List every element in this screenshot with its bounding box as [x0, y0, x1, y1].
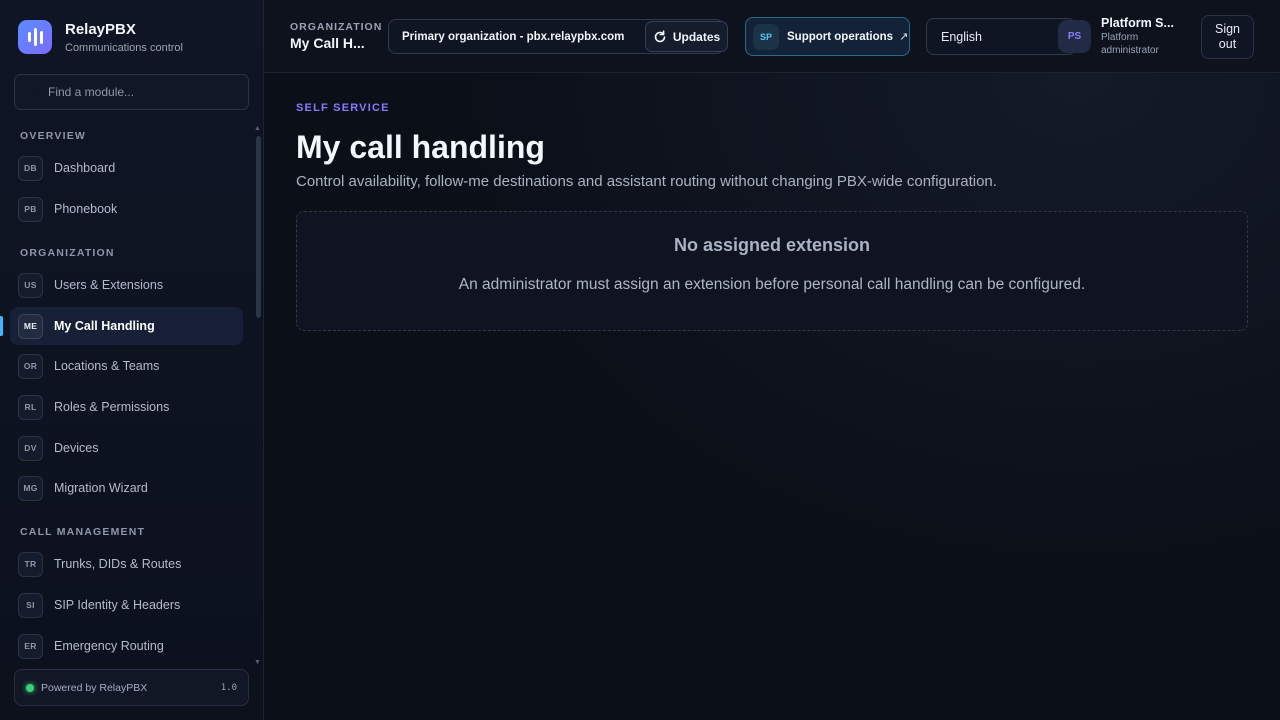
language-select[interactable]: English	[926, 18, 1076, 55]
nav-section-call-management: CALL MANAGEMENT	[20, 526, 146, 538]
main-content: SELF SERVICE My call handling Control av…	[264, 73, 1280, 720]
sidebar-scrollbar-thumb[interactable]	[256, 136, 261, 318]
status-dot-icon	[26, 683, 34, 692]
nav-badge: DV	[18, 435, 43, 461]
sidebar-item-phonebook[interactable]: PB Phonebook	[10, 190, 243, 228]
topbar: ORGANIZATION My Call H... Primary organi…	[264, 0, 1280, 73]
module-search-placeholder: Find a module...	[48, 85, 135, 99]
org-eyebrow: ORGANIZATION	[290, 21, 383, 33]
scroll-up-arrow-icon[interactable]: ▲	[254, 125, 261, 132]
nav-badge: RL	[18, 394, 43, 420]
support-label: Support operations	[787, 30, 894, 43]
page-eyebrow: SELF SERVICE	[296, 102, 390, 114]
sidebar-item-label: Emergency Routing	[54, 639, 164, 653]
sidebar-item-sip-identity-headers[interactable]: SI SIP Identity & Headers	[10, 586, 243, 624]
nav-badge: OR	[18, 353, 43, 379]
relaypbx-logo-icon	[18, 20, 52, 54]
user-info: Platform S... Platform administrator	[1101, 16, 1181, 57]
sidebar-item-label: SIP Identity & Headers	[54, 598, 181, 612]
brand-subtitle: Communications control	[65, 41, 183, 54]
nav-badge: SI	[18, 592, 43, 618]
sidebar-item-emergency-routing[interactable]: ER Emergency Routing	[10, 627, 243, 664]
current-page-name: My Call H...	[290, 35, 365, 51]
sidebar-item-label: Locations & Teams	[54, 359, 160, 373]
sidebar-item-users-extensions[interactable]: US Users & Extensions	[10, 266, 243, 304]
brand[interactable]: RelayPBX Communications control	[18, 20, 183, 54]
external-link-icon: ↗	[899, 31, 909, 43]
sign-out-label: Sign out	[1214, 22, 1241, 51]
empty-state-description: An administrator must assign an extensio…	[458, 276, 1086, 293]
sidebar-item-label: Roles & Permissions	[54, 400, 170, 414]
sidebar: RelayPBX Communications control Find a m…	[0, 0, 264, 720]
nav-badge: PB	[18, 196, 43, 222]
sidebar-item-label: Dashboard	[54, 161, 116, 175]
sidebar-item-label: Users & Extensions	[54, 278, 164, 292]
nav-badge: ME	[18, 313, 43, 339]
empty-state-card: No assigned extension An administrator m…	[296, 211, 1248, 331]
updates-label: Updates	[672, 29, 721, 44]
sidebar-item-label: My Call Handling	[54, 319, 155, 333]
sign-out-button[interactable]: Sign out	[1201, 15, 1254, 59]
nav-badge: DB	[18, 155, 43, 181]
sidebar-item-label: Devices	[54, 441, 99, 455]
user-name: Platform S...	[1101, 16, 1174, 30]
avatar[interactable]: PS	[1058, 20, 1091, 53]
version-label: 1.0	[220, 682, 237, 693]
nav-section-organization: ORGANIZATION	[20, 247, 115, 259]
brand-name: RelayPBX	[65, 20, 136, 38]
page-title: My call handling	[296, 129, 545, 165]
sidebar-nav: OVERVIEW DB Dashboard PB Phonebook ORGAN…	[0, 124, 264, 664]
nav-badge: US	[18, 272, 43, 298]
sidebar-item-devices[interactable]: DV Devices	[10, 429, 243, 467]
updates-button[interactable]: Updates	[645, 21, 728, 52]
sidebar-item-dashboard[interactable]: DB Dashboard	[10, 149, 243, 187]
scroll-down-arrow-icon[interactable]: ▼	[254, 659, 261, 666]
organization-select-value: Primary organization - pbx.relaypbx.com	[402, 30, 625, 43]
nav-badge: MG	[18, 475, 43, 501]
sidebar-item-label: Phonebook	[54, 202, 118, 216]
search-icon	[28, 86, 38, 96]
empty-state-title: No assigned extension	[673, 235, 871, 255]
sidebar-item-label: Trunks, DIDs & Routes	[54, 557, 182, 571]
user-role: Platform administrator	[1101, 32, 1159, 56]
nav-badge: ER	[18, 633, 43, 659]
sidebar-item-my-call-handling[interactable]: ME My Call Handling	[0, 307, 243, 345]
module-search-input[interactable]: Find a module...	[14, 74, 249, 110]
language-value: English	[941, 29, 982, 44]
refresh-icon	[654, 29, 666, 42]
powered-by-footer: Powered by RelayPBX 1.0	[14, 669, 249, 706]
sidebar-item-locations-teams[interactable]: OR Locations & Teams	[10, 347, 243, 385]
sidebar-item-trunks-dids-routes[interactable]: TR Trunks, DIDs & Routes	[10, 545, 243, 583]
sidebar-item-roles-permissions[interactable]: RL Roles & Permissions	[10, 388, 243, 426]
org-block: ORGANIZATION My Call H...	[290, 21, 382, 51]
nav-section-overview: OVERVIEW	[20, 130, 87, 142]
support-operations-button[interactable]: SP Support operations ↗	[745, 17, 910, 56]
powered-by-text: Powered by RelayPBX	[41, 681, 148, 694]
page-description: Control availability, follow-me destinat…	[296, 173, 997, 190]
sidebar-item-label: Migration Wizard	[54, 481, 148, 495]
sidebar-item-migration-wizard[interactable]: MG Migration Wizard	[10, 469, 243, 507]
support-badge: SP	[753, 23, 779, 50]
nav-badge: TR	[18, 551, 43, 577]
